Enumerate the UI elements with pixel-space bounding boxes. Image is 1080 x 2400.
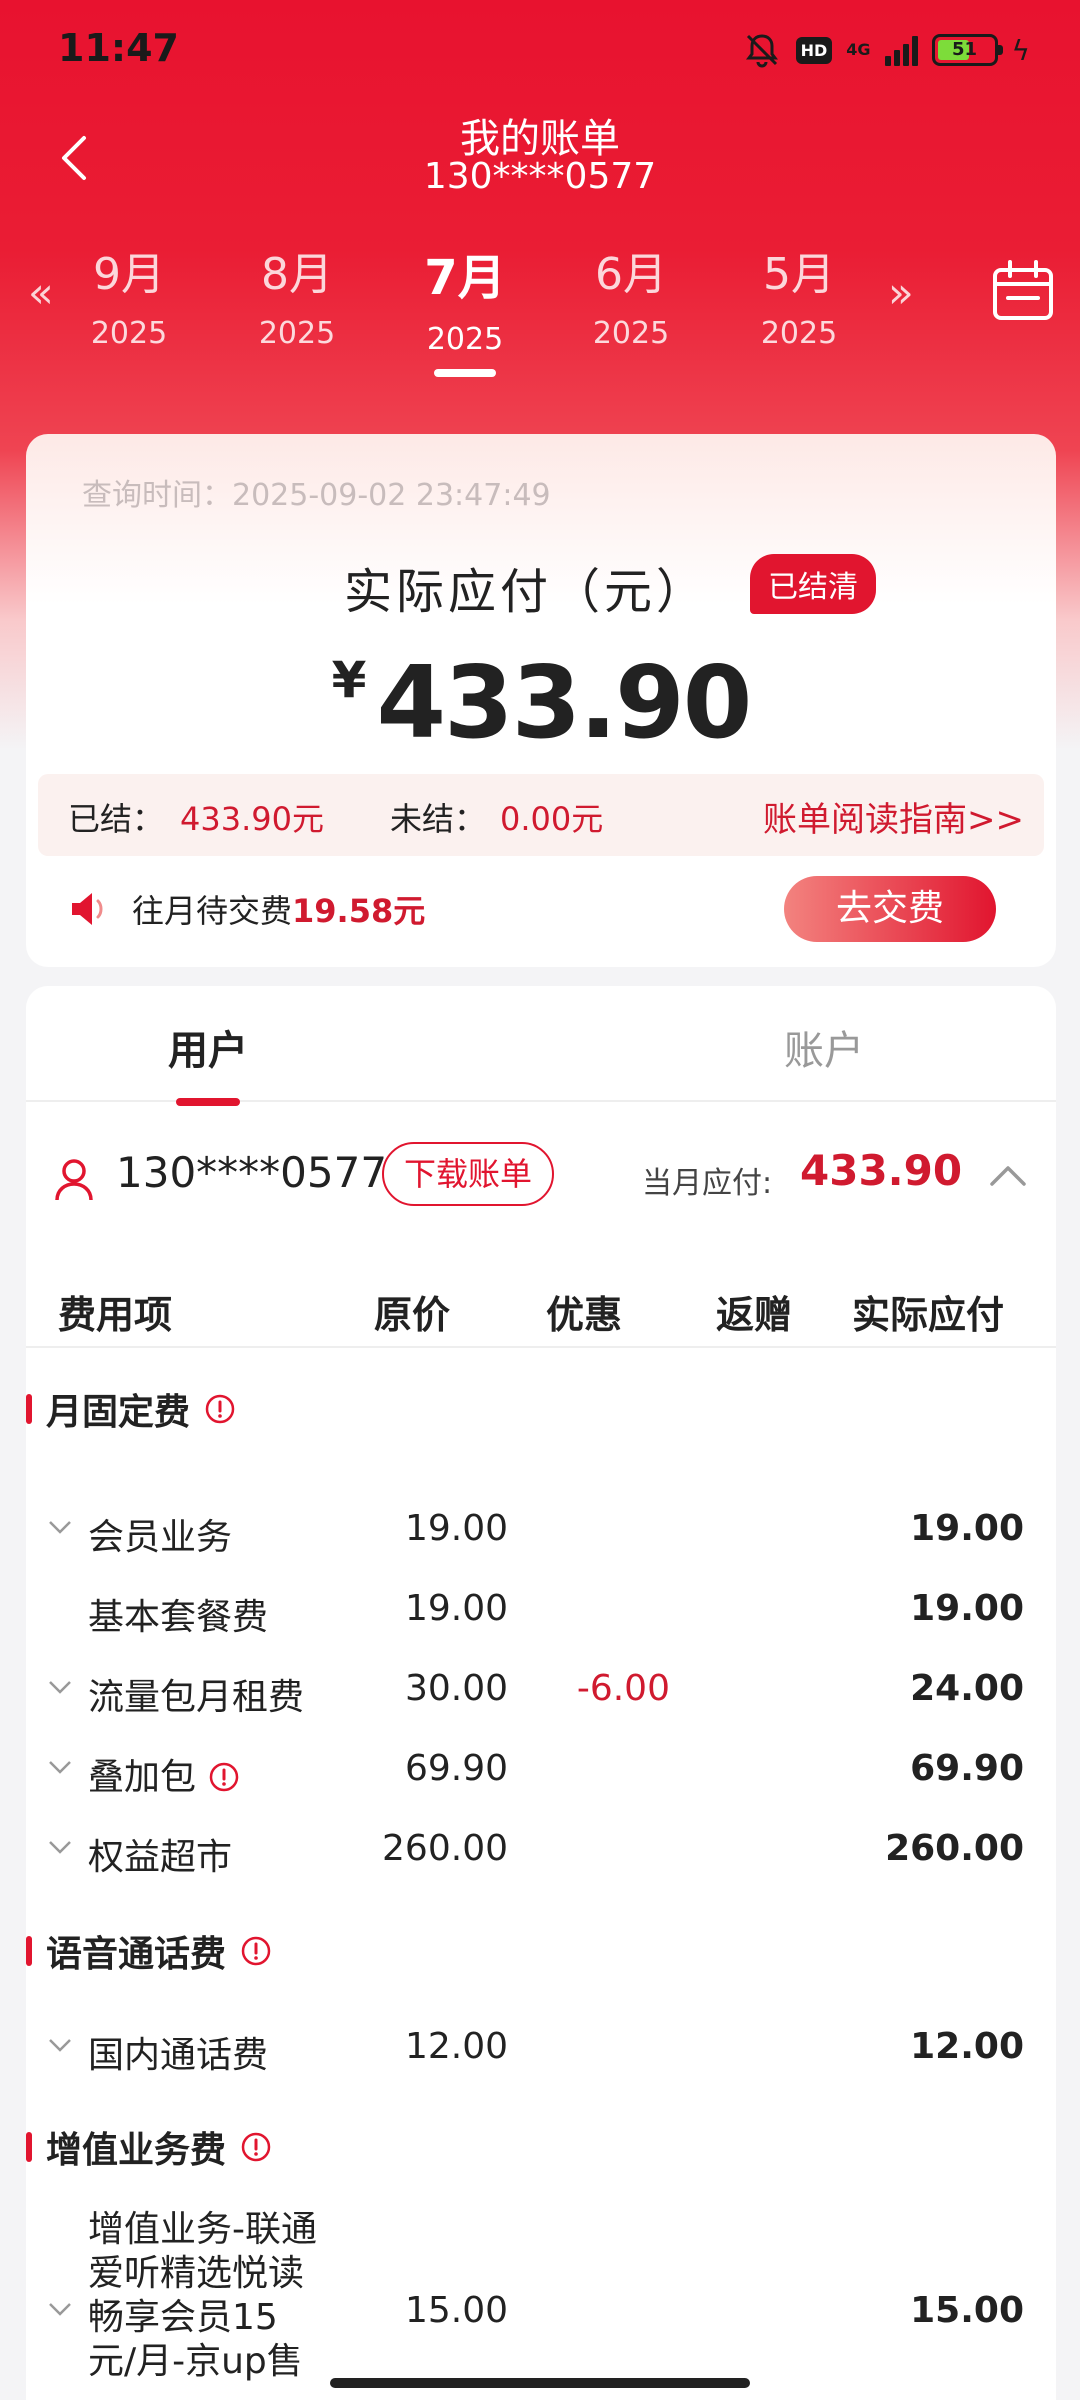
chevron-down-icon	[49, 2039, 71, 2052]
amount-value: 433.90	[376, 644, 752, 761]
battery-icon: 51	[931, 34, 1003, 66]
network-type: 4G	[846, 40, 871, 59]
pending-text: 往月待交费19.58元	[132, 892, 426, 930]
info-icon[interactable]	[240, 1935, 272, 1967]
monthly-due-label: 当月应付:	[642, 1166, 773, 1201]
table-row[interactable]: 国内通话费 12.00 12.00	[26, 2018, 1056, 2078]
pay-button[interactable]: 去交费	[784, 876, 996, 942]
month-tab-aug[interactable]: 8月 2025	[222, 238, 372, 351]
month-tab-jun[interactable]: 6月 2025	[556, 238, 706, 351]
status-badge: 已结清	[750, 554, 876, 614]
tab-account[interactable]: 账户	[674, 1018, 974, 1076]
table-row[interactable]: 叠加包 69.90 69.90	[26, 1740, 1056, 1800]
chevron-down-icon	[49, 1681, 71, 1694]
info-icon[interactable]	[204, 1393, 236, 1425]
user-number: 130****0577	[116, 1148, 388, 1197]
table-row[interactable]: 流量包月租费 30.00 -6.00 24.00	[26, 1660, 1056, 1720]
bell-muted-icon	[745, 34, 778, 68]
pending-notice: 往月待交费19.58元	[68, 886, 425, 932]
table-row: 基本套餐费 19.00 19.00	[88, 1588, 1024, 1638]
table-header: 费用项 原价 优惠 返赠 实际应付	[26, 1262, 1056, 1348]
section-title: 增值业务费	[26, 2122, 272, 2172]
header-original: 原价	[374, 1293, 451, 1337]
charging-icon: ϟ	[1011, 33, 1030, 67]
settlement-strip: 已结： 433.90元 未结： 0.00元 账单阅读指南>>	[38, 774, 1044, 856]
chevron-down-icon	[49, 1761, 71, 1774]
speaker-icon	[72, 893, 103, 925]
prev-months-icon[interactable]: «	[28, 268, 54, 317]
total-amount: ¥433.90	[26, 644, 1056, 761]
chevron-down-icon	[49, 2303, 71, 2316]
query-time: 查询时间：2025-09-02 23:47:49	[82, 478, 551, 513]
info-icon[interactable]	[240, 2131, 272, 2163]
unsettled-label: 未结：	[390, 800, 487, 838]
home-indicator[interactable]	[330, 2378, 750, 2388]
active-month-indicator	[434, 369, 496, 377]
header-discount: 优惠	[546, 1293, 623, 1337]
settled-value: 433.90元	[180, 800, 324, 838]
table-row[interactable]: 增值业务-联通爱听精选悦读畅享会员15元/月-京up售 15.00 15.00	[26, 2209, 1056, 2382]
status-bar: 11:47 HD 4G 51 ϟ	[0, 0, 1080, 100]
month-selector: « 9月 2025 8月 2025 7月 2025 6月 2025 5月 2025 »	[0, 228, 1080, 377]
status-icons: HD 4G 51 ϟ	[742, 30, 1030, 70]
download-bill-button[interactable]: 下载账单	[382, 1142, 555, 1206]
monthly-due-value: 433.90	[800, 1146, 963, 1195]
table-row[interactable]: 会员业务 19.00 19.00	[26, 1500, 1056, 1560]
user-icon	[55, 1159, 93, 1201]
calendar-icon[interactable]	[990, 258, 1056, 324]
page-header: 我的账单 130****0577	[0, 100, 1080, 210]
month-tab-jul[interactable]: 7月 2025	[390, 238, 540, 377]
unsettled-value: 0.00元	[500, 800, 604, 838]
section-title: 月固定费	[26, 1384, 236, 1434]
table-row[interactable]: 权益超市 260.00 260.00	[26, 1820, 1056, 1880]
header-item: 费用项	[58, 1293, 173, 1337]
chevron-up-icon[interactable]	[988, 1160, 1028, 1190]
month-tab-may[interactable]: 5月 2025	[724, 238, 874, 351]
actual-pay-label: 实际应付（元）	[344, 564, 709, 620]
detail-tabs: 用户 账户	[26, 986, 1056, 1106]
bill-detail-panel: 用户 账户 130****0577 下载账单 当月应付: 433.90 费用项 …	[26, 986, 1056, 2400]
bill-summary-card: 查询时间：2025-09-02 23:47:49 实际应付（元） 已结清 ¥43…	[26, 434, 1056, 967]
hd-icon: HD	[795, 36, 833, 64]
bill-guide-link[interactable]: 账单阅读指南>>	[763, 792, 1024, 841]
info-icon[interactable]	[208, 1761, 240, 1793]
signal-icon	[884, 34, 918, 66]
clock: 11:47	[58, 26, 179, 70]
next-months-icon[interactable]: »	[888, 268, 914, 317]
currency-symbol: ¥	[331, 651, 367, 709]
section-title: 语音通话费	[26, 1926, 272, 1976]
page-subtitle: 130****0577	[423, 156, 657, 197]
settled-label: 已结：	[68, 800, 165, 838]
chevron-down-icon	[49, 1841, 71, 1854]
user-row: 130****0577 下载账单 当月应付: 433.90	[26, 1102, 1056, 1262]
chevron-down-icon	[49, 1521, 71, 1534]
month-tab-sep[interactable]: 9月 2025	[54, 238, 204, 351]
header-final: 实际应付	[852, 1293, 1005, 1337]
tab-user[interactable]: 用户	[58, 1018, 358, 1106]
header-gift: 返赠	[716, 1293, 793, 1337]
